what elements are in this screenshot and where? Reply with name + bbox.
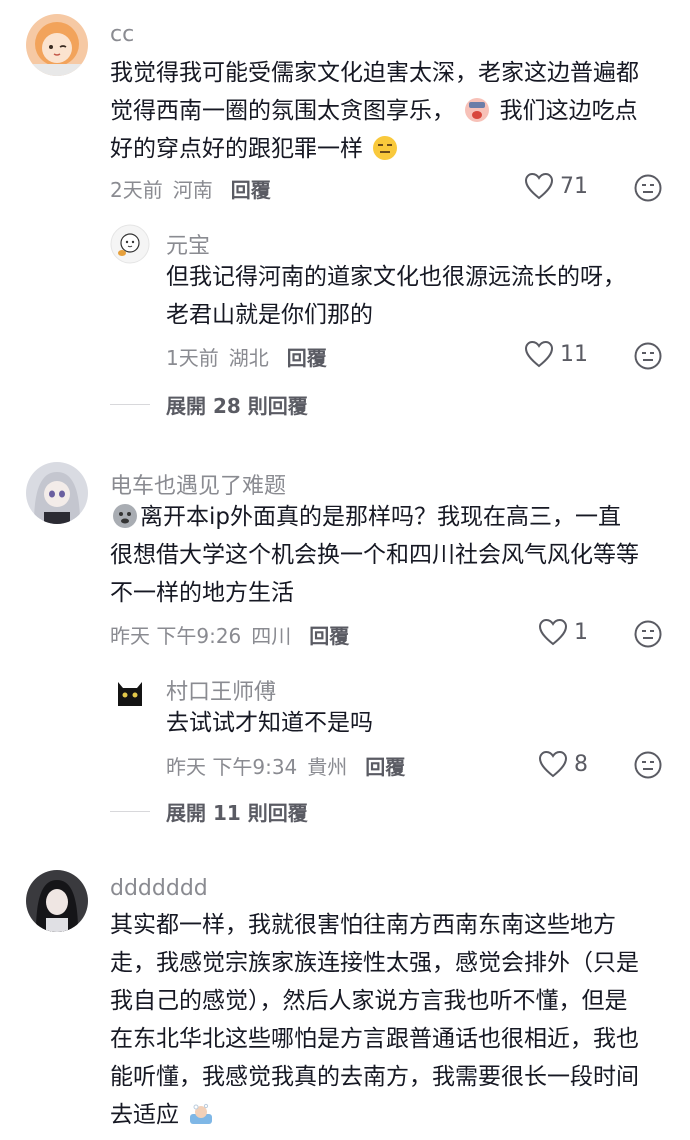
- reply-time: 昨天 下午9:34: [166, 755, 298, 779]
- neutral-face-icon: [634, 342, 662, 370]
- text-line: 但我记得河南的道家文化也很源远流长的呀，: [166, 264, 626, 290]
- like-button[interactable]: 1: [538, 618, 588, 646]
- reply-meta: 1天前 湖北 回覆: [166, 342, 327, 371]
- reply-button[interactable]: 回覆: [231, 174, 271, 203]
- expressionless-face-emoji-icon: [373, 136, 398, 160]
- like-count: 8: [574, 751, 588, 777]
- reply-username[interactable]: 元宝: [166, 228, 210, 260]
- comment-text: 我觉得我可能受儒家文化迫害太深，老家这边普遍都 觉得西南一圈的氛围太贪图享乐， …: [110, 54, 670, 168]
- text-segment: 去适应: [110, 1102, 179, 1128]
- comment-meta: 2天前 河南 回覆: [110, 174, 271, 203]
- dislike-button[interactable]: [634, 620, 662, 648]
- expand-replies-button[interactable]: 展開 11 則回覆: [110, 797, 308, 826]
- expand-replies-label: 展開 28 則回覆: [166, 394, 308, 418]
- text-line: 我自己的感觉），然后人家说方言我也听不懂，但是: [110, 988, 628, 1014]
- text-segment: 离开本ip外面真的是那样吗？我现在高三，一直: [140, 504, 621, 530]
- avatar-image: [26, 14, 88, 76]
- like-count: 11: [560, 341, 588, 367]
- expand-replies-button[interactable]: 展開 28 則回覆: [110, 390, 308, 419]
- neutral-face-icon: [634, 751, 662, 779]
- comment-time: 2天前: [110, 178, 163, 202]
- text-line: 好的穿点好的跟犯罪一样: [110, 130, 670, 168]
- text-line: 去适应: [110, 1096, 670, 1134]
- reply-meta: 昨天 下午9:34 貴州 回覆: [166, 751, 405, 780]
- heart-outline-icon: [524, 340, 554, 368]
- text-segment: 好的穿点好的跟犯罪一样: [110, 136, 363, 162]
- text-line: 我觉得我可能受儒家文化迫害太深，老家这边普遍都: [110, 60, 639, 86]
- comment-text: 离开本ip外面真的是那样吗？我现在高三，一直 很想借大学这个机会换一个和四川社会…: [110, 498, 670, 612]
- avatar-yuanbao[interactable]: [110, 224, 150, 264]
- expand-replies-label: 展開 11 則回覆: [166, 801, 308, 825]
- comment-time: 昨天 下午9:26: [110, 624, 242, 648]
- text-line: 去试试才知道不是吗: [166, 710, 373, 736]
- like-button[interactable]: 11: [524, 340, 588, 368]
- like-button[interactable]: 8: [538, 750, 588, 778]
- dislike-button[interactable]: [634, 751, 662, 779]
- reply-location: 貴州: [307, 755, 348, 779]
- text-line: 走，我感觉宗族家族连接性太强，感觉会排外（只是: [110, 950, 639, 976]
- dislike-button[interactable]: [634, 174, 662, 202]
- reply-button[interactable]: 回覆: [365, 751, 405, 780]
- like-button[interactable]: 71: [524, 172, 588, 200]
- neutral-face-icon: [634, 620, 662, 648]
- divider: [110, 404, 150, 405]
- reply-button[interactable]: 回覆: [287, 342, 327, 371]
- avatar-ddddddd[interactable]: [26, 870, 88, 932]
- neutral-face-icon: [634, 174, 662, 202]
- comment-location: 河南: [172, 178, 213, 202]
- comment-meta: 昨天 下午9:26 四川 回覆: [110, 620, 349, 649]
- avatar-cunkou[interactable]: [110, 670, 150, 710]
- comment-username[interactable]: cc: [110, 22, 134, 47]
- heart-outline-icon: [538, 618, 568, 646]
- avatar-cc[interactable]: [26, 14, 88, 76]
- worried-face-emoji-icon: [113, 504, 137, 528]
- text-line: 不一样的地方生活: [110, 580, 294, 606]
- text-segment: 觉得西南一圈的氛围太贪图享乐，: [110, 98, 455, 124]
- text-line: 离开本ip外面真的是那样吗？我现在高三，一直: [110, 498, 670, 536]
- text-line: 其实都一样，我就很害怕往南方西南东南这些地方: [110, 912, 616, 938]
- comment-location: 四川: [251, 624, 292, 648]
- reply-username[interactable]: 村口王师傅: [166, 674, 276, 706]
- heart-outline-icon: [538, 750, 568, 778]
- reply-button[interactable]: 回覆: [309, 620, 349, 649]
- heart-outline-icon: [524, 172, 554, 200]
- crying-face-emoji-icon: [465, 98, 490, 122]
- avatar-image: [110, 670, 150, 710]
- dislike-button[interactable]: [634, 342, 662, 370]
- text-line: 老君山就是你们那的: [166, 302, 373, 328]
- comment-username[interactable]: ddddddd: [110, 876, 208, 901]
- reply-text: 但我记得河南的道家文化也很源远流长的呀， 老君山就是你们那的: [166, 258, 670, 334]
- avatar-image: [26, 462, 88, 524]
- avatar-dianche[interactable]: [26, 462, 88, 524]
- reply-location: 湖北: [228, 346, 269, 370]
- like-count: 71: [560, 173, 588, 199]
- text-line: 觉得西南一圈的氛围太贪图享乐， 我们这边吃点: [110, 92, 670, 130]
- bathing-emoji-icon: [190, 1103, 213, 1124]
- like-count: 1: [574, 619, 588, 645]
- text-line: 能听懂，我感觉我真的去南方，我需要很长一段时间: [110, 1064, 639, 1090]
- text-segment: 我们这边吃点: [499, 98, 638, 124]
- text-line: 很想借大学这个机会换一个和四川社会风气风化等等: [110, 542, 639, 568]
- text-line: 在东北华北这些哪怕是方言跟普通话也很相近，我也: [110, 1026, 639, 1052]
- reply-time: 1天前: [166, 346, 219, 370]
- reply-text: 去试试才知道不是吗: [166, 704, 670, 742]
- divider: [110, 811, 150, 812]
- avatar-image: [110, 224, 150, 264]
- avatar-image: [26, 870, 88, 932]
- comment-text: 其实都一样，我就很害怕往南方西南东南这些地方 走，我感觉宗族家族连接性太强，感觉…: [110, 906, 670, 1134]
- comment-username[interactable]: 电车也遇见了难题: [110, 468, 286, 500]
